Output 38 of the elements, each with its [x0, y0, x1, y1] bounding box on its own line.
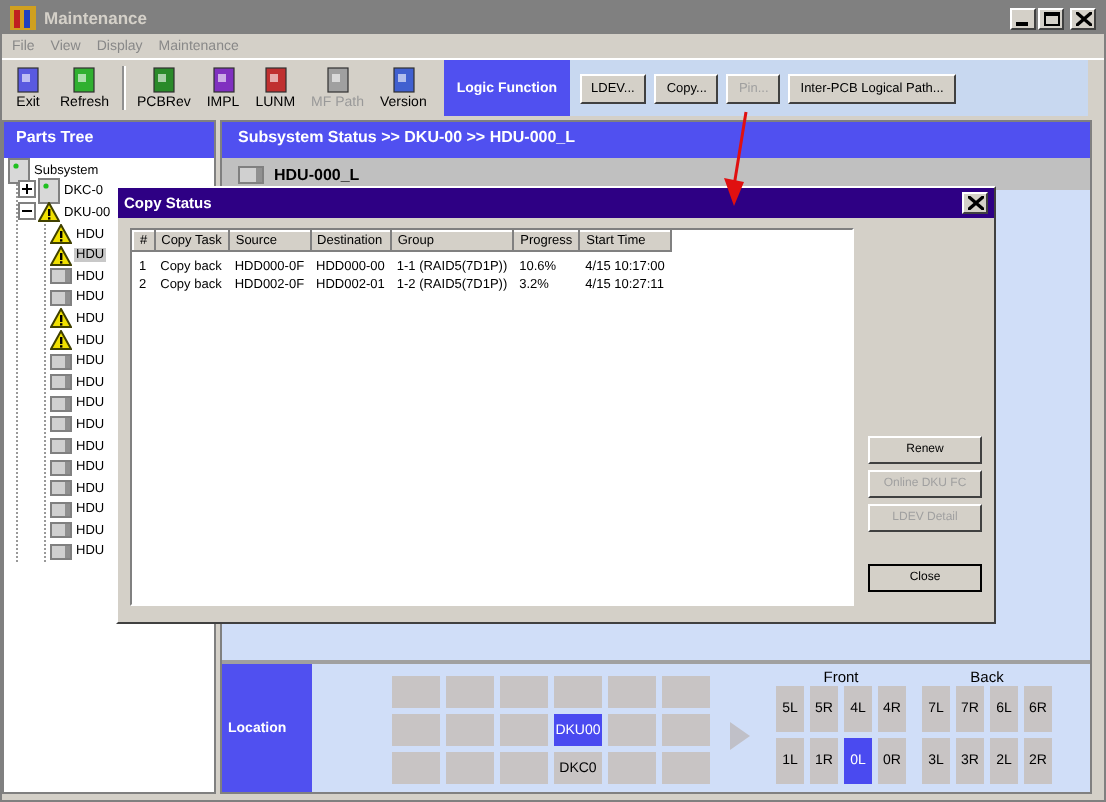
collapse-toggle[interactable] [18, 201, 36, 224]
location-cell[interactable] [500, 714, 548, 746]
location-cell[interactable] [662, 676, 710, 708]
minimize-button[interactable] [1010, 7, 1036, 29]
location-cell[interactable] [500, 752, 548, 784]
maximize-icon [1043, 11, 1059, 25]
panel-header: Subsystem Status >> DKU-00 >> HDU-000_L [222, 122, 1090, 158]
expand-toggle[interactable] [18, 180, 36, 203]
panel-header: Parts Tree [4, 122, 214, 158]
tool-icon [147, 66, 180, 94]
tool-icon [387, 66, 420, 94]
location-cell[interactable] [392, 676, 440, 708]
close-icon [967, 196, 983, 210]
location-cell[interactable] [392, 752, 440, 784]
location-cell[interactable] [608, 676, 656, 708]
tool-icon [68, 66, 101, 94]
location-cell[interactable] [446, 752, 494, 784]
location-cell[interactable] [446, 714, 494, 746]
location-cell[interactable] [392, 714, 440, 746]
tool-icon [12, 66, 44, 94]
close-button[interactable] [962, 192, 988, 214]
location-cell[interactable] [608, 714, 656, 746]
close-button[interactable] [1070, 7, 1096, 29]
tool-icon [207, 66, 240, 94]
close-icon [1075, 11, 1091, 25]
location-cell[interactable] [608, 752, 656, 784]
tool-icon [321, 66, 354, 94]
maximize-button[interactable] [1038, 7, 1064, 29]
arrow-icon [730, 722, 750, 750]
tool-icon [259, 66, 292, 94]
location-cell[interactable] [554, 676, 602, 708]
location-cell[interactable] [500, 676, 548, 708]
location-cell[interactable] [662, 752, 710, 784]
location-cell[interactable] [446, 676, 494, 708]
location-cell[interactable] [662, 714, 710, 746]
app-icon [10, 6, 36, 30]
device-title: HDU-000_L [274, 165, 360, 183]
window-title: Maintenance [44, 8, 149, 28]
